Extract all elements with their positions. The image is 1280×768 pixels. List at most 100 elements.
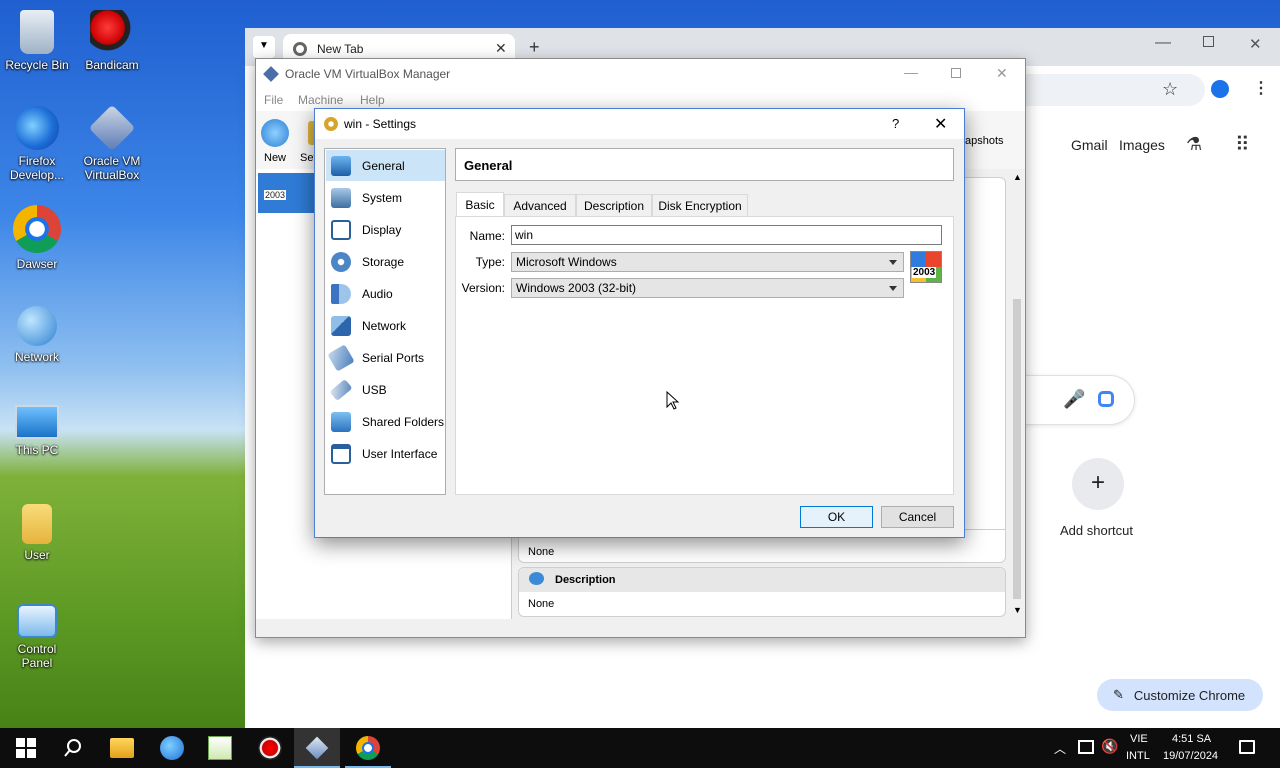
tab-disk-encryption[interactable]: Disk Encryption [652,194,748,216]
scrollbar-thumb[interactable] [1013,299,1021,599]
customize-chrome-button[interactable]: ✎ Customize Chrome [1097,679,1263,711]
desktop-icon-chrome[interactable]: Dawser [1,205,73,271]
settings-dialog: win - Settings ? ✕ General System Displa… [314,108,965,538]
settings-gear-icon [324,117,338,131]
snapshots-button[interactable]: apshots [965,135,1004,147]
nav-audio[interactable]: Audio [326,278,445,309]
desktop-icon-firefox-dev[interactable]: Firefox Develop... [1,106,73,182]
bookmark-star-icon[interactable]: ☆ [1162,79,1178,100]
close-icon[interactable]: ✕ [996,65,1008,82]
tab-basic[interactable]: Basic [456,192,504,216]
virtualbox-icon [263,66,279,82]
desktop-icon-control-panel[interactable]: Control Panel [1,604,73,670]
network-tray-icon[interactable] [1078,740,1094,754]
close-tab-icon[interactable]: ✕ [495,40,507,57]
desktop-icon-user[interactable]: User [1,504,73,562]
add-shortcut-button[interactable]: + [1072,458,1124,510]
firefox-dev-taskbar-icon[interactable] [160,736,184,760]
nav-storage[interactable]: Storage [326,246,445,277]
maximize-icon[interactable] [1203,36,1214,47]
this-pc-icon [15,405,59,439]
notifications-icon[interactable] [1239,740,1255,754]
desktop-icon-label: Firefox Develop... [9,154,65,182]
nav-usb[interactable]: USB [326,374,445,405]
images-link[interactable]: Images [1119,137,1165,153]
vm-list-item[interactable]: 2003 [258,173,314,213]
general-icon [331,155,351,176]
nav-user-interface[interactable]: User Interface [326,438,445,469]
minimize-icon[interactable]: — [1155,34,1171,52]
nav-display[interactable]: Display [326,214,445,245]
vm-os-badge: 2003 [264,190,287,200]
bandicam-taskbar-icon[interactable] [258,736,282,760]
volume-muted-icon[interactable]: 🔇 [1101,738,1118,755]
name-field[interactable] [511,225,942,245]
description-header-bar[interactable]: Description [519,568,1005,592]
close-icon[interactable]: ✕ [1249,35,1262,53]
search-box-tail[interactable]: 🎤 [1015,375,1135,425]
tab-description[interactable]: Description [576,194,652,216]
desktop-icon-network[interactable]: Network [1,306,73,364]
type-select[interactable]: Microsoft Windows [511,252,904,272]
name-label: Name: [469,229,505,243]
details-scrollbar[interactable]: ▲ ▼ [1010,169,1024,619]
tab-advanced[interactable]: Advanced [504,194,576,216]
help-button[interactable]: ? [892,116,899,131]
new-vm-icon[interactable] [261,119,289,147]
taskbar-virtualbox-active[interactable] [294,728,340,768]
desktop-icon-label: Recycle Bin [5,58,69,72]
nav-shared-folders[interactable]: Shared Folders [326,406,445,437]
nav-network[interactable]: Network [326,310,445,341]
clock-date[interactable]: 19/07/2024 [1163,750,1218,762]
clock-time[interactable]: 4:51 SA [1172,733,1211,745]
desktop-icon-recycle-bin[interactable]: Recycle Bin [1,10,73,72]
input-language-top[interactable]: VIE [1130,733,1148,745]
desktop-icon-this-pc[interactable]: This PC [1,405,73,457]
file-explorer-icon[interactable] [110,738,134,758]
labs-flask-icon[interactable]: ⚗ [1186,134,1202,155]
tab-bar: Basic Advanced Description Disk Encrypti… [456,192,954,216]
settings-nav: General System Display Storage Audio Net… [324,148,446,495]
voice-search-icon[interactable]: 🎤 [1063,389,1085,410]
nav-system[interactable]: System [326,182,445,213]
minimize-icon[interactable]: — [904,64,918,80]
description-section: Description None [518,567,1006,617]
serial-ports-icon [327,343,355,372]
tab-search-button[interactable]: ▼ [253,36,275,58]
version-select[interactable]: Windows 2003 (32-bit) [511,278,904,298]
menu-file[interactable]: File [264,93,283,107]
close-icon[interactable]: ✕ [934,114,947,134]
scroll-up-icon[interactable]: ▲ [1013,172,1022,182]
new-vm-button[interactable]: New [264,152,286,164]
apps-grid-icon[interactable]: ⠿ [1235,132,1250,157]
nav-label: Storage [362,254,405,269]
gmail-link[interactable]: Gmail [1071,137,1108,153]
start-button[interactable] [14,736,38,760]
virtualbox-taskbar-icon [305,736,329,760]
user-interface-icon [331,443,351,464]
nav-serial-ports[interactable]: Serial Ports [326,342,445,373]
menu-help[interactable]: Help [360,93,385,107]
more-menu-icon[interactable]: ⋮ [1253,78,1269,98]
lens-search-icon[interactable] [1098,391,1114,407]
menu-machine[interactable]: Machine [298,93,343,107]
nav-label: General [362,158,405,173]
add-shortcut-label: Add shortcut [1060,523,1133,538]
nav-label: User Interface [362,446,438,461]
notepad-icon[interactable] [208,736,232,760]
profile-icon[interactable] [1211,80,1229,98]
scroll-down-icon[interactable]: ▼ [1013,605,1022,615]
nav-general[interactable]: General [326,150,445,181]
desktop-icon-label: User [24,548,50,562]
desktop-icon-bandicam[interactable]: Bandicam [76,10,148,72]
new-tab-icon[interactable]: + [529,37,540,58]
nav-label: Audio [362,286,393,301]
cancel-button[interactable]: Cancel [881,506,954,528]
show-hidden-icons-chevron[interactable]: ︿ [1054,740,1066,757]
desktop-icon-virtualbox[interactable]: Oracle VM VirtualBox [76,104,148,182]
maximize-icon[interactable] [951,68,961,78]
taskbar-chrome-active[interactable] [345,728,391,768]
input-language-bottom[interactable]: INTL [1126,750,1150,762]
ok-button[interactable]: OK [800,506,873,528]
search-icon[interactable] [61,736,85,760]
